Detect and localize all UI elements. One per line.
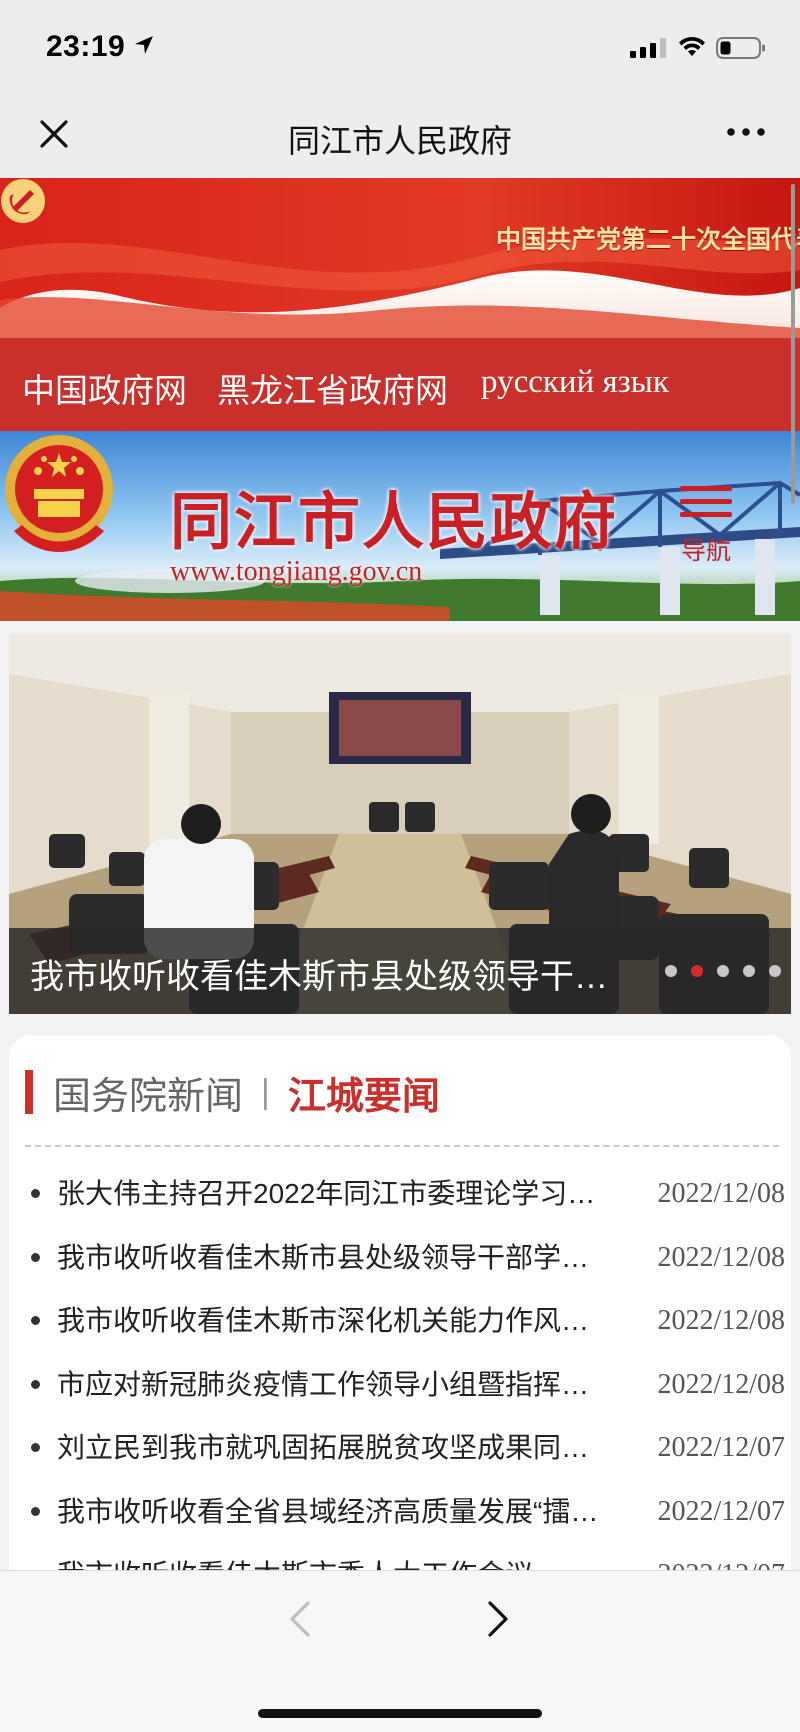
- news-date: 2022/12/08: [657, 1368, 785, 1400]
- bullet-icon: [31, 1443, 40, 1452]
- status-bar: 23:19: [0, 0, 800, 96]
- news-date: 2022/12/08: [657, 1305, 785, 1336]
- news-date: 2022/12/08: [657, 1178, 785, 1209]
- news-tabs: 国务院新闻 | 江城要闻: [25, 1065, 440, 1120]
- party-congress-banner[interactable]: 中国共产党第二十次全国代表: [0, 178, 800, 338]
- carousel-pagination: [665, 965, 781, 977]
- navigation-bar: 同江市人民政府: [0, 96, 800, 178]
- scrollbar[interactable]: [791, 184, 795, 504]
- list-item[interactable]: 刘立民到我市就巩固拓展脱贫攻坚成果同乡村振兴有效衔接 2022/12/07: [25, 1423, 785, 1487]
- news-title[interactable]: 我市收听收看佳木斯市委人大工作会议: [57, 1550, 617, 1570]
- list-item[interactable]: 张大伟主持召开2022年同江市委理论学习中心组学习会议 2022/12/08: [25, 1169, 785, 1233]
- home-indicator[interactable]: [258, 1709, 542, 1718]
- heilongjiang-gov-link[interactable]: 黑龙江省政府网: [217, 364, 448, 412]
- navigation-menu-button[interactable]: 导航: [676, 486, 736, 566]
- carousel-dot-active[interactable]: [691, 965, 703, 977]
- carousel-dot[interactable]: [769, 965, 781, 977]
- city-site-title: 同江市人民政府: [170, 488, 619, 557]
- news-title[interactable]: 市应对新冠肺炎疫情工作领导小组暨指挥部会议召开: [57, 1360, 617, 1410]
- wifi-icon: [679, 36, 705, 56]
- tab-state-council-news[interactable]: 国务院新闻: [53, 1065, 243, 1120]
- more-options-icon[interactable]: [724, 120, 768, 144]
- news-title[interactable]: 刘立民到我市就巩固拓展脱贫攻坚成果同乡村振兴有效衔接: [57, 1423, 617, 1473]
- carousel-dot[interactable]: [743, 965, 755, 977]
- news-title[interactable]: 张大伟主持召开2022年同江市委理论学习中心组学习会议: [57, 1169, 617, 1219]
- list-item[interactable]: 我市收听收看佳木斯市委人大工作会议 2022/12/07: [25, 1550, 785, 1570]
- cellular-signal-icon: [630, 38, 666, 58]
- red-flag-wave-graphic: [0, 178, 800, 338]
- status-time: 23:19: [46, 30, 126, 63]
- list-item[interactable]: 市应对新冠肺炎疫情工作领导小组暨指挥部会议召开 2022/12/08: [25, 1360, 785, 1424]
- forward-arrow-icon[interactable]: [476, 1597, 520, 1641]
- news-panel: 国务院新闻 | 江城要闻 张大伟主持召开2022年同江市委理论学习中心组学习会议…: [9, 1035, 791, 1570]
- tab-city-news[interactable]: 江城要闻: [288, 1065, 440, 1120]
- carousel-title[interactable]: 我市收听收看佳木斯市县处级领导干部学习贯彻党的二十大精神专题研讨班: [30, 949, 630, 998]
- news-date: 2022/12/07: [657, 1495, 785, 1527]
- battery-icon: [716, 37, 765, 59]
- page-title: 同江市人民政府: [287, 123, 512, 159]
- carousel-dot[interactable]: [665, 965, 677, 977]
- navigation-menu-label: 导航: [680, 537, 731, 565]
- news-title[interactable]: 我市收听收看佳木斯市深化机关能力作风建设推进会议: [57, 1296, 617, 1346]
- bullet-icon: [31, 1252, 40, 1262]
- external-links-bar: 中国政府网 黑龙江省政府网 русский язык: [0, 338, 800, 431]
- bullet-icon: [31, 1189, 40, 1198]
- list-item[interactable]: 我市收听收看佳木斯市深化机关能力作风建设推进会议 2022/12/08: [25, 1296, 785, 1360]
- news-title[interactable]: 我市收听收看全省县域经济高质量发展“擂台赛”: [57, 1487, 617, 1537]
- news-date: 2022/12/07: [657, 1432, 785, 1463]
- china-gov-link[interactable]: 中国政府网: [22, 364, 187, 412]
- news-title[interactable]: 我市收听收看佳木斯市县处级领导干部学习贯彻党的二十大精神: [57, 1233, 617, 1283]
- list-item[interactable]: 我市收听收看全省县域经济高质量发展“擂台赛” 2022/12/07: [25, 1487, 785, 1551]
- hamburger-menu-icon: [676, 486, 736, 517]
- congress-banner-text: 中国共产党第二十次全国代表: [496, 226, 800, 254]
- bullet-icon: [31, 1506, 40, 1516]
- tab-separator: |: [261, 1072, 270, 1111]
- news-date: 2022/12/07: [657, 1550, 785, 1570]
- browser-toolbar: [0, 1570, 800, 1732]
- city-banner: 同江市人民政府 www.tongjiang.gov.cn 导航: [0, 431, 800, 621]
- russian-language-link[interactable]: русский язык: [481, 364, 669, 401]
- tab-marker: [25, 1070, 33, 1114]
- web-content[interactable]: 中国共产党第二十次全国代表 中国政府网 黑龙江省政府网 русский язык: [0, 178, 800, 1570]
- national-emblem-icon: [5, 435, 113, 552]
- list-item[interactable]: 我市收听收看佳木斯市县处级领导干部学习贯彻党的二十大精神 2022/12/08: [25, 1233, 785, 1297]
- party-emblem-icon: [1, 179, 45, 223]
- bullet-icon: [31, 1379, 40, 1389]
- location-arrow-icon: [135, 36, 153, 54]
- news-date: 2022/12/08: [657, 1241, 785, 1273]
- carousel-caption[interactable]: 我市收听收看佳木斯市县处级领导干部学习贯彻党的二十大精神专题研讨班: [9, 928, 791, 1014]
- news-list: 张大伟主持召开2022年同江市委理论学习中心组学习会议 2022/12/08 我…: [25, 1169, 785, 1570]
- back-arrow-icon[interactable]: [280, 1597, 324, 1641]
- divider: [25, 1145, 779, 1147]
- news-carousel[interactable]: 我市收听收看佳木斯市县处级领导干部学习贯彻党的二十大精神专题研讨班: [9, 634, 791, 1014]
- bullet-icon: [31, 1316, 40, 1325]
- carousel-dot[interactable]: [717, 965, 729, 977]
- site-url: www.tongjiang.gov.cn: [170, 556, 423, 587]
